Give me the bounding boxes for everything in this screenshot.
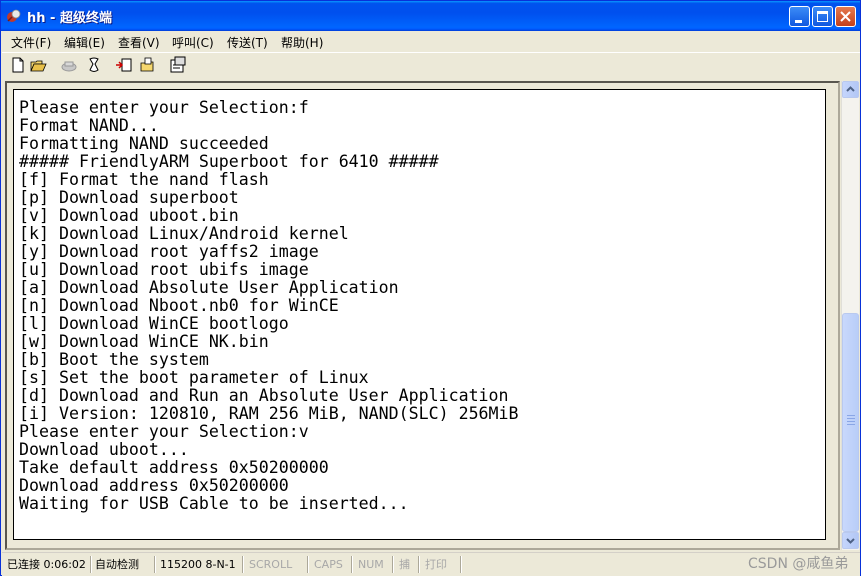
maximize-icon: [817, 11, 828, 22]
close-icon: [840, 11, 851, 22]
terminal-line: [u] Download root ubifs image: [19, 260, 309, 279]
receive-file-icon[interactable]: [139, 56, 157, 74]
terminal-line: [a] Download Absolute User Application: [19, 278, 399, 297]
terminal-line: [d] Download and Run an Absolute User Ap…: [19, 386, 509, 405]
status-params: 115200 8-N-1: [160, 558, 236, 571]
menu-edit[interactable]: 编辑(E): [64, 34, 105, 51]
properties-icon[interactable]: [169, 56, 187, 74]
disconnect-icon[interactable]: [60, 56, 78, 74]
terminal-line: Download uboot...: [19, 440, 189, 459]
terminal-line: Download address 0x50200000: [19, 476, 289, 495]
maximize-button[interactable]: [812, 6, 833, 27]
terminal-line: Formatting NAND succeeded: [19, 134, 269, 153]
terminal-line: [w] Download WinCE NK.bin: [19, 332, 269, 351]
arrow-up-icon: [846, 86, 855, 92]
new-document-icon[interactable]: [9, 56, 27, 74]
menu-call[interactable]: 呼叫(C): [172, 34, 214, 51]
terminal-screen[interactable]: Please enter your Selection:f Format NAND…: [13, 89, 826, 540]
dial-icon[interactable]: [85, 56, 103, 74]
status-num: NUM: [358, 558, 384, 571]
menu-file[interactable]: 文件(F): [11, 34, 51, 51]
terminal-line: Take default address 0x50200000: [19, 458, 329, 477]
status-print: 打印: [425, 558, 447, 571]
status-caps: CAPS: [314, 558, 343, 571]
terminal-line: [b] Boot the system: [19, 350, 209, 369]
arrow-down-icon: [846, 538, 855, 544]
scroll-down-button[interactable]: [842, 532, 859, 549]
terminal-line: Please enter your Selection:f: [19, 98, 309, 117]
terminal-line: [p] Download superboot: [19, 188, 239, 207]
status-capture: 捕: [399, 558, 410, 571]
menu-transfer[interactable]: 传送(T): [227, 34, 268, 51]
scroll-up-button[interactable]: [842, 81, 859, 98]
minimize-button[interactable]: [789, 6, 810, 27]
minimize-icon: [795, 20, 802, 23]
terminal-line: ##### FriendlyARM Superboot for 6410 ###…: [19, 152, 439, 171]
send-file-icon[interactable]: [115, 56, 133, 74]
terminal-line: Waiting for USB Cable to be inserted...: [19, 494, 409, 513]
window-title: hh - 超级终端: [27, 11, 112, 26]
status-scroll: SCROLL: [249, 558, 293, 571]
terminal-line: Please enter your Selection:v: [19, 422, 309, 441]
toolbar: [2, 52, 860, 77]
terminal-line: [i] Version: 120810, RAM 256 MiB, NAND(S…: [19, 404, 519, 423]
menu-view[interactable]: 查看(V): [118, 34, 160, 51]
terminal-line: [n] Download Nboot.nb0 for WinCE: [19, 296, 339, 315]
status-detect: 自动检测: [95, 558, 139, 571]
terminal-line: Format NAND...: [19, 116, 159, 135]
scroll-thumb[interactable]: [842, 313, 859, 532]
terminal-line: [v] Download uboot.bin: [19, 206, 239, 225]
hyperterminal-window: hh - 超级终端 文件(F) 编辑(E) 查看(V) 呼叫(C) 传送(T) …: [0, 0, 861, 576]
watermark: CSDN @咸鱼弟: [748, 556, 849, 572]
status-bar: 已连接 0:06:02 自动检测 115200 8-N-1 SCROLL CAP…: [2, 552, 860, 576]
close-button[interactable]: [835, 6, 856, 27]
terminal-line: [s] Set the boot parameter of Linux: [19, 368, 369, 387]
vertical-scrollbar[interactable]: [841, 81, 859, 550]
terminal-line: [f] Format the nand flash: [19, 170, 269, 189]
terminal-line: [y] Download root yaffs2 image: [19, 242, 319, 261]
menu-help[interactable]: 帮助(H): [281, 34, 323, 51]
status-connection: 已连接 0:06:02: [7, 558, 86, 571]
terminal-line: [l] Download WinCE bootlogo: [19, 314, 289, 333]
terminal-line: [k] Download Linux/Android kernel: [19, 224, 349, 243]
title-bar[interactable]: hh - 超级终端: [1, 1, 860, 31]
menu-bar: 文件(F) 编辑(E) 查看(V) 呼叫(C) 传送(T) 帮助(H): [2, 31, 860, 51]
hyperterminal-app-icon[interactable]: [6, 8, 22, 24]
open-folder-icon[interactable]: [30, 56, 48, 74]
terminal-output: Please enter your Selection:f Format NAND…: [19, 99, 519, 513]
